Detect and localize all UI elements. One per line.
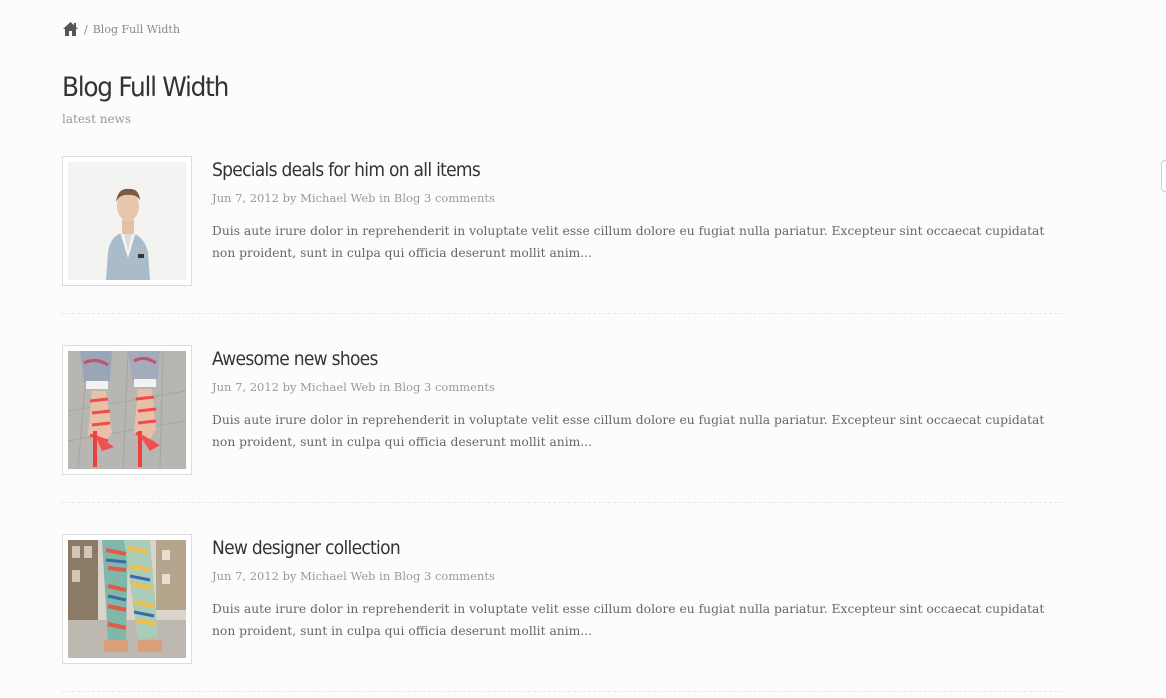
post-thumbnail[interactable] [62, 534, 192, 664]
post-date: Jun 7, 2012 [212, 380, 279, 394]
post-image-man [68, 162, 186, 280]
post-divider [62, 691, 1062, 692]
page-title: Blog Full Width [62, 72, 229, 103]
post-divider [62, 502, 1062, 503]
post-author-link[interactable]: Michael Web [300, 569, 375, 583]
meta-by: by [282, 569, 297, 583]
post-category-link[interactable]: Blog [394, 380, 420, 394]
post-title[interactable]: Specials deals for him on all items [212, 159, 481, 181]
post-meta: Jun 7, 2012 by Michael Web in Blog 3 com… [212, 191, 495, 205]
post-author-link[interactable]: Michael Web [300, 191, 375, 205]
post-comments-link[interactable]: 3 comments [424, 191, 495, 205]
page-subtitle: latest news [62, 112, 131, 126]
post-comments-link[interactable]: 3 comments [424, 380, 495, 394]
meta-in: in [379, 191, 391, 205]
breadcrumb-separator: / [84, 22, 88, 36]
post-meta: Jun 7, 2012 by Michael Web in Blog 3 com… [212, 569, 495, 583]
blog-post: New designer collection Jun 7, 2012 by M… [62, 534, 1062, 693]
post-image-collection [68, 540, 186, 658]
breadcrumb-current: Blog Full Width [92, 22, 180, 36]
meta-by: by [282, 380, 297, 394]
post-category-link[interactable]: Blog [394, 569, 420, 583]
post-date: Jun 7, 2012 [212, 569, 279, 583]
post-author-link[interactable]: Michael Web [300, 380, 375, 394]
post-excerpt: Duis aute irure dolor in reprehenderit i… [212, 224, 1045, 260]
post-excerpt: Duis aute irure dolor in reprehenderit i… [212, 602, 1045, 638]
post-title[interactable]: Awesome new shoes [212, 348, 378, 370]
post-date: Jun 7, 2012 [212, 191, 279, 205]
blog-post: Awesome new shoes Jun 7, 2012 by Michael… [62, 345, 1062, 504]
meta-by: by [282, 191, 297, 205]
meta-in: in [379, 569, 391, 583]
blog-post: Specials deals for him on all items Jun … [62, 156, 1062, 315]
home-icon[interactable] [62, 21, 79, 37]
post-thumbnail[interactable] [62, 156, 192, 286]
post-meta: Jun 7, 2012 by Michael Web in Blog 3 com… [212, 380, 495, 394]
post-excerpt: Duis aute irure dolor in reprehenderit i… [212, 413, 1045, 449]
side-panel-tab[interactable] [1161, 160, 1166, 192]
post-divider [62, 313, 1062, 314]
post-thumbnail[interactable] [62, 345, 192, 475]
meta-in: in [379, 380, 391, 394]
post-image-shoes [68, 351, 186, 469]
post-comments-link[interactable]: 3 comments [424, 569, 495, 583]
breadcrumb: / Blog Full Width [62, 21, 180, 37]
post-title[interactable]: New designer collection [212, 537, 401, 559]
post-category-link[interactable]: Blog [394, 191, 420, 205]
